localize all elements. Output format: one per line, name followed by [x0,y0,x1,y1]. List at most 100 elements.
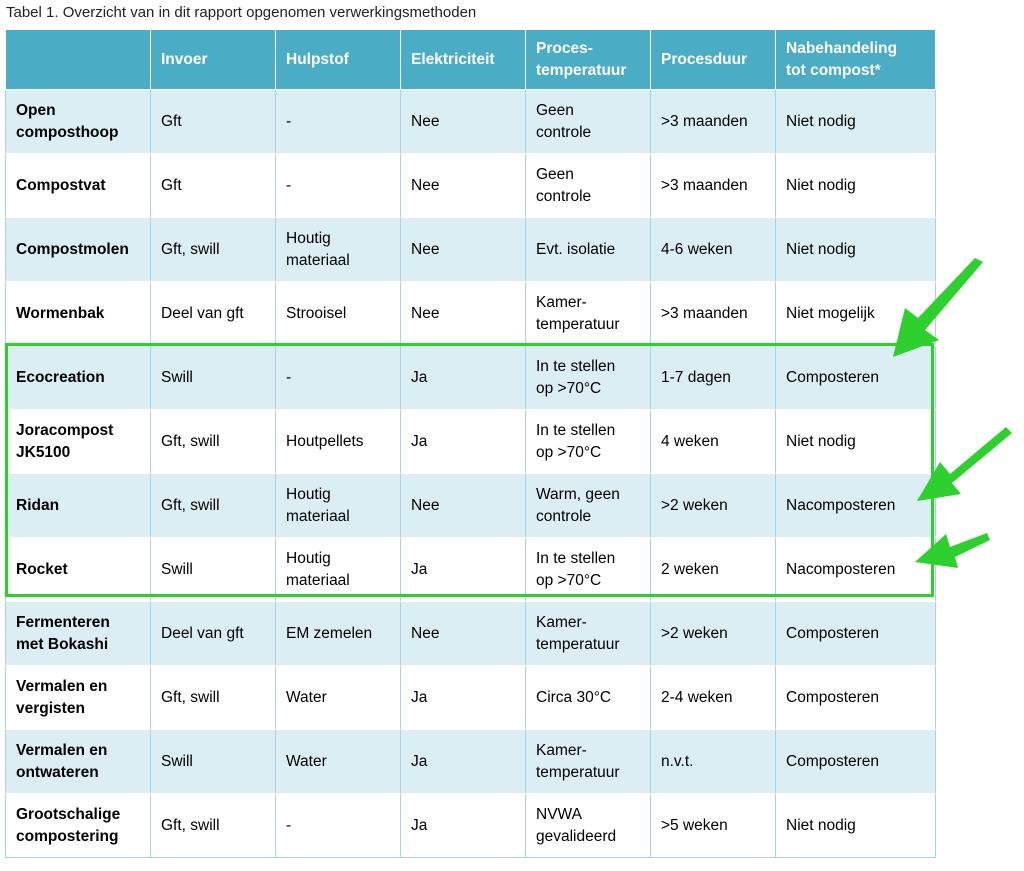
table-cell: Ja [400,537,526,602]
table-row: Vermalen en vergisten Gft, swill Water Ja Cir… [5,665,936,730]
table-cell: n.v.t. [650,729,776,794]
method-name-cell: Vermalen en ontwateren [5,729,151,794]
table-cell: Geen controle [525,89,651,154]
table-cell: Nee [400,217,526,282]
table-cell: In te stellen op >70°C [525,345,651,410]
table-cell: 2-4 weken [650,665,776,730]
table-cell: Evt. isolatie [525,217,651,282]
table-cell: Composteren [775,729,936,794]
table-cell: Nee [400,601,526,666]
table-cell: 4-6 weken [650,217,776,282]
header-cell: Proces-temperatuur [525,29,651,90]
methods-table: Invoer Hulpstof Elektriciteit Proces-temper… [5,29,936,858]
method-name-cell: Wormenbak [5,281,151,346]
table-cell: Gft, swill [150,217,276,282]
table-cell: Composteren [775,601,936,666]
table-cell: Swill [150,537,276,602]
table-row: Compostvat Gft - Nee Geen controle >3 maanden N… [5,153,936,218]
table-cell: 4 weken [650,409,776,474]
table-row: Ridan Gft, swill Houtig materiaal Nee Warm, g… [5,473,936,538]
table-row: Grootschalige compostering Gft, swill - Ja NV… [5,793,936,858]
table-row: Joracompost JK5100 Gft, swill Houtpellets Ja… [5,409,936,474]
method-name-cell: Ecocreation [5,345,151,410]
method-name-cell: Vermalen en vergisten [5,665,151,730]
table-cell: Ja [400,345,526,410]
table-cell: Gft [150,89,276,154]
header-cell: Invoer [150,29,276,90]
table-cell: - [275,89,401,154]
table-cell: Houtig materiaal [275,537,401,602]
method-name-cell: Compostmolen [5,217,151,282]
header-cell: Procesduur [650,29,776,90]
table-cell: - [275,793,401,858]
header-cell: Nabehandeling tot compost* [775,29,936,90]
table-row: Compostmolen Gft, swill Houtig materiaal Nee… [5,217,936,282]
method-name-cell: Joracompost JK5100 [5,409,151,474]
table-cell: Gft, swill [150,409,276,474]
table-cell: >3 maanden [650,153,776,218]
table-cell: Nee [400,153,526,218]
table-cell: Circa 30°C [525,665,651,730]
table-cell: Niet mogelijk [775,281,936,346]
table-cell: Kamer-temperatuur [525,281,651,346]
table-row: Ecocreation Swill - Ja In te stellen op >70°C… [5,345,936,410]
table-cell: Niet nodig [775,89,936,154]
table-cell: Ja [400,729,526,794]
table-cell: 2 weken [650,537,776,602]
method-name-cell: Rocket [5,537,151,602]
table-body: Open composthoop Gft - Nee Geen controle >3 maa… [5,89,936,858]
table-cell: Nee [400,89,526,154]
table-row: Fermenteren met Bokashi Deel van gft EM zem… [5,601,936,666]
table-caption: Tabel 1. Overzicht van in dit rapport op… [6,4,477,21]
table-cell: Kamer-temperatuur [525,729,651,794]
header-row: Invoer Hulpstof Elektriciteit Proces-temper… [5,29,936,90]
table-cell: Swill [150,729,276,794]
table-cell: Gft, swill [150,665,276,730]
method-name-cell: Grootschalige compostering [5,793,151,858]
table-row: Wormenbak Deel van gft Strooisel Nee Kamer-t… [5,281,936,346]
table-cell: Nee [400,473,526,538]
table-cell: >5 weken [650,793,776,858]
table-cell: Niet nodig [775,217,936,282]
table-cell: Gft [150,153,276,218]
table-cell: Strooisel [275,281,401,346]
table-cell: Warm, geen controle [525,473,651,538]
method-name-cell: Compostvat [5,153,151,218]
table-cell: NVWA gevalideerd [525,793,651,858]
table-row: Vermalen en ontwateren Swill Water Ja Kamer-t… [5,729,936,794]
method-name-cell: Fermenteren met Bokashi [5,601,151,666]
table-cell: - [275,153,401,218]
table-row: Open composthoop Gft - Nee Geen controle >3 maa… [5,89,936,154]
table-cell: Nacomposteren [775,473,936,538]
table-cell: 1-7 dagen [650,345,776,410]
table-cell: EM zemelen [275,601,401,666]
table-cell: In te stellen op >70°C [525,409,651,474]
table-cell: Ja [400,665,526,730]
table-cell: Nacomposteren [775,537,936,602]
table-row: Rocket Swill Houtig materiaal Ja In te stelle… [5,537,936,602]
table-cell: Composteren [775,345,936,410]
table-cell: Nee [400,281,526,346]
table-cell: Houtig materiaal [275,217,401,282]
method-name-cell: Open composthoop [5,89,151,154]
table-cell: Water [275,729,401,794]
table-cell: Niet nodig [775,153,936,218]
table-cell: Swill [150,345,276,410]
table-cell: Niet nodig [775,409,936,474]
table-cell: In te stellen op >70°C [525,537,651,602]
table-cell: Niet nodig [775,793,936,858]
method-name-cell: Ridan [5,473,151,538]
table-cell: Ja [400,409,526,474]
table-cell: Water [275,665,401,730]
table-cell: Composteren [775,665,936,730]
table-cell: Gft, swill [150,793,276,858]
table-cell: Kamer-temperatuur [525,601,651,666]
table-cell: >3 maanden [650,281,776,346]
table-cell: - [275,345,401,410]
table-cell: >2 weken [650,473,776,538]
header-cell-empty [5,29,151,90]
table-cell: Deel van gft [150,281,276,346]
table-cell: Houtig materiaal [275,473,401,538]
table-cell: Ja [400,793,526,858]
table-cell: >3 maanden [650,89,776,154]
